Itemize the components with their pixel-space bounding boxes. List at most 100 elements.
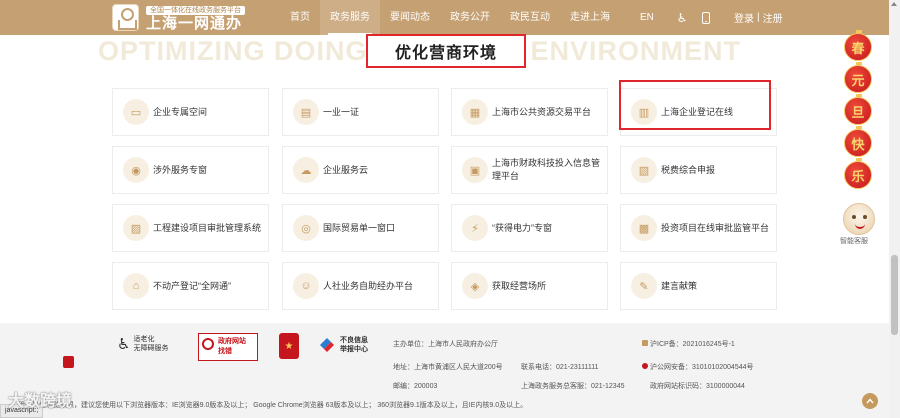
lantern-icon[interactable]: 春 [844, 30, 872, 61]
power-icon: ⚡ [462, 215, 488, 241]
nav-public-affairs[interactable]: 政务公开 [440, 0, 500, 35]
login-link[interactable]: 登录 [734, 10, 754, 25]
footer-postcode: 邮编：200003 [393, 383, 438, 390]
service-card[interactable]: ▤ 一业一证 [282, 88, 439, 136]
footer-complaint-line: 上海政务服务总客服：021-12345 [521, 383, 625, 390]
chevron-up-icon [866, 398, 874, 404]
service-card[interactable]: ⌂ 不动产登记“全网通” [112, 262, 269, 310]
finance-icon: ▣ [462, 157, 488, 183]
footer-phone: 联系电话：021-23111111 [521, 364, 599, 371]
service-card-label: 企业专属空间 [153, 106, 208, 117]
lantern-icon[interactable]: 乐 [844, 158, 872, 189]
party-emblem-badge[interactable]: ★ [279, 333, 299, 359]
service-card[interactable]: ▦ 上海市公共资源交易平台 [451, 88, 608, 136]
cloud-icon: ☁ [293, 157, 319, 183]
tax-icon: ▧ [631, 157, 657, 183]
lantern-icon[interactable]: 快 [844, 126, 872, 157]
suggest-icon: ✎ [631, 273, 657, 299]
trade-window-icon: ◎ [293, 215, 319, 241]
accessibility-badge-label: 适老化 无障碍服务 [133, 336, 169, 352]
service-card-label: 获取经营场所 [492, 280, 547, 291]
service-card-label: 一业一证 [323, 106, 360, 117]
scroll-up-arrow-icon[interactable] [891, 2, 897, 6]
footer-icp[interactable]: 沪ICP备：2021016245号-1 [650, 337, 754, 352]
language-en-link[interactable]: EN [640, 12, 670, 23]
accessibility-badge[interactable]: ♿ 适老化 无障碍服务 [117, 335, 168, 353]
header-tools: EN ♿ 登录 | 注册 [640, 0, 783, 35]
service-card[interactable]: ☁ 企业服务云 [282, 146, 439, 194]
service-card-label: 税费综合申报 [661, 164, 716, 175]
service-card[interactable]: ⚡ “获得电力”专窗 [451, 204, 608, 252]
construction-icon: ▨ [123, 215, 149, 241]
service-card[interactable]: ◉ 涉外服务专窗 [112, 146, 269, 194]
service-card[interactable]: ▩ 投资项目在线审批监管平台 [620, 204, 777, 252]
register-link[interactable]: 注册 [763, 10, 783, 25]
accessibility-icon[interactable]: ♿ [670, 0, 694, 35]
lantern-icon[interactable]: 旦 [844, 94, 872, 125]
service-card-label: “获得电力”专窗 [492, 222, 552, 233]
nav-government-services[interactable]: 政务服务 [320, 0, 380, 35]
service-card-label: 涉外服务专窗 [153, 164, 208, 175]
emblem-badge-icon: ★ [279, 333, 299, 359]
robot-assistant-label[interactable]: 智能客服 [840, 236, 868, 246]
location-icon: ◈ [462, 273, 488, 299]
certificate-icon: ▤ [293, 99, 319, 125]
section-title: 优化营商环境 [394, 45, 497, 62]
service-card-label: 投资项目在线审批监管平台 [661, 222, 770, 233]
main-nav: 首页 政务服务 要闻动态 政务公开 政民互动 走进上海 [280, 0, 620, 35]
error-report-label: 政府网站 找错 [218, 338, 246, 355]
service-card-label: 工程建设项目审批管理系统 [153, 222, 262, 233]
trade-icon: ▦ [462, 99, 488, 125]
emblem-icon [112, 4, 139, 31]
service-card[interactable]: ▣ 上海市财政科技投入信息管理平台 [451, 146, 608, 194]
footer-info-col2: 联系电话：021-23111111 上海政务服务总客服：021-12345 [521, 360, 624, 394]
browser-recommendation: 确保最佳浏览效果，建议您使用以下浏览器版本：IE浏览器9.0版本及以上； Goo… [18, 402, 528, 409]
footer-address: 地址：上海市黄浦区人民大道200号 [393, 364, 503, 371]
footer-site-code: 政府网站标识码：3100000044 [650, 383, 745, 390]
footer-police-record[interactable]: 沪公网安备：31010102004544号 [650, 360, 754, 375]
service-card-label: 企业服务云 [323, 164, 369, 175]
scroll-thumb[interactable] [891, 255, 898, 335]
service-card-label: 建言献策 [661, 280, 698, 291]
section-title-box: 优化营商环境 [366, 34, 526, 68]
nav-about-shanghai[interactable]: 走进上海 [560, 0, 620, 35]
robot-assistant-icon[interactable] [843, 203, 875, 235]
service-card-label: 国际贸易单一窗口 [323, 222, 396, 233]
nav-interaction[interactable]: 政民互动 [500, 0, 560, 35]
logo-subtitle: 全国一体化在线政务服务平台 [146, 6, 245, 15]
lantern-icon[interactable]: 元 [844, 62, 872, 93]
watermark-text: 大数跨境 [8, 393, 73, 410]
error-report-box: 政府网站 找错 [198, 333, 258, 361]
page-scrollbar[interactable] [889, 0, 900, 418]
house-icon: ⌂ [123, 273, 149, 299]
site-logo[interactable]: 全国一体化在线政务服务平台 上海一网通办 [112, 4, 272, 32]
investment-icon: ▩ [631, 215, 657, 241]
mobile-icon[interactable] [694, 0, 718, 35]
service-card-label: 上海市财政科技投入信息管理平台 [492, 158, 601, 181]
service-card[interactable]: ▥ 上海企业登记在线 [620, 88, 777, 136]
service-card[interactable]: ✎ 建言献策 [620, 262, 777, 310]
report-center-icon [320, 338, 334, 352]
bad-info-report-badge[interactable]: 不良信息 举报中心 [317, 335, 368, 355]
footer-info-col1: 主办单位：上海市人民政府办公厅 地址：上海市黄浦区人民大道200号 邮编：200… [393, 337, 503, 394]
service-card[interactable]: ◎ 国际贸易单一窗口 [282, 204, 439, 252]
icp-icon [642, 340, 648, 346]
nav-news[interactable]: 要闻动态 [380, 0, 440, 35]
monitor-icon: ▭ [123, 99, 149, 125]
service-card[interactable]: ◈ 获取经营场所 [451, 262, 608, 310]
service-card[interactable]: ▧ 税费综合申报 [620, 146, 777, 194]
footer-sponsor: 主办单位：上海市人民政府办公厅 [393, 341, 498, 348]
globe-person-icon: ◉ [123, 157, 149, 183]
service-card[interactable]: ▭ 企业专属空间 [112, 88, 269, 136]
wheelchair-icon: ♿ [117, 336, 131, 353]
service-card[interactable]: ☺ 人社业务自助经办平台 [282, 262, 439, 310]
magnifier-icon [202, 338, 214, 350]
building-icon: ▥ [631, 99, 657, 125]
service-card[interactable]: ▨ 工程建设项目审批管理系统 [112, 204, 269, 252]
site-error-report-badge[interactable]: 政府网站 找错 [198, 333, 258, 361]
back-to-top-button[interactable] [862, 393, 878, 409]
nav-home[interactable]: 首页 [280, 0, 320, 35]
login-separator: | [757, 12, 760, 23]
report-center-label: 不良信息 举报中心 [340, 337, 368, 353]
service-card-label: 上海企业登记在线 [661, 106, 734, 117]
